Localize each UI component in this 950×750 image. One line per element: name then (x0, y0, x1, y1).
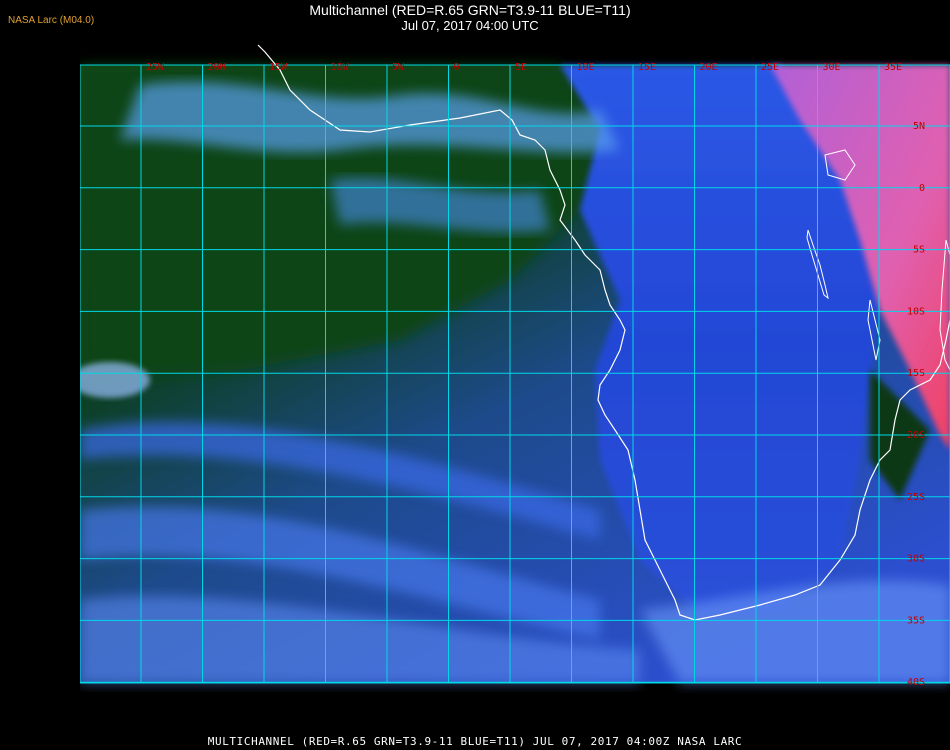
latitude-label: 5N (913, 121, 925, 132)
latitude-label: 5S (913, 245, 925, 256)
footer-caption: MULTICHANNEL (RED=R.65 GRN=T3.9-11 BLUE=… (207, 735, 743, 748)
longitude-label: 10W (331, 62, 350, 73)
longitude-label: 15E (638, 62, 656, 73)
longitude-label: 25W (146, 62, 165, 73)
satellite-map: 25W 20W 15W 10W 5W 0 5E 10E 15E 20E 25E 30E 35E 5N 0 5… (80, 40, 950, 726)
longitude-label: 35E (884, 62, 902, 73)
latitude-label: 25S (907, 492, 925, 503)
longitude-label: 5E (515, 62, 527, 73)
longitude-label: 20W (208, 62, 227, 73)
longitude-label: 0 (454, 62, 460, 73)
image-timestamp: Jul 07, 2017 04:00 UTC (401, 18, 539, 33)
map-canvas: 25W 20W 15W 10W 5W 0 5E 10E 15E 20E 25E 30E 35E 5N 0 5… (80, 44, 950, 688)
longitude-label: 20E (700, 62, 718, 73)
latitude-label: 40S (907, 677, 925, 688)
image-title: Multichannel (RED=R.65 GRN=T3.9-11 BLUE=… (309, 2, 631, 18)
longitude-label: 30E (823, 62, 841, 73)
longitude-label: 5W (392, 62, 405, 73)
longitude-label: 25E (761, 62, 779, 73)
latitude-label: 10S (907, 306, 925, 317)
latitude-label: 35S (907, 615, 925, 626)
longitude-label: 10E (577, 62, 595, 73)
latitude-label: 20S (907, 430, 925, 441)
longitude-label: 15W (269, 62, 288, 73)
latitude-label: 15S (907, 368, 925, 379)
latitude-label: 30S (907, 554, 925, 565)
latitude-label: 0 (919, 183, 925, 194)
